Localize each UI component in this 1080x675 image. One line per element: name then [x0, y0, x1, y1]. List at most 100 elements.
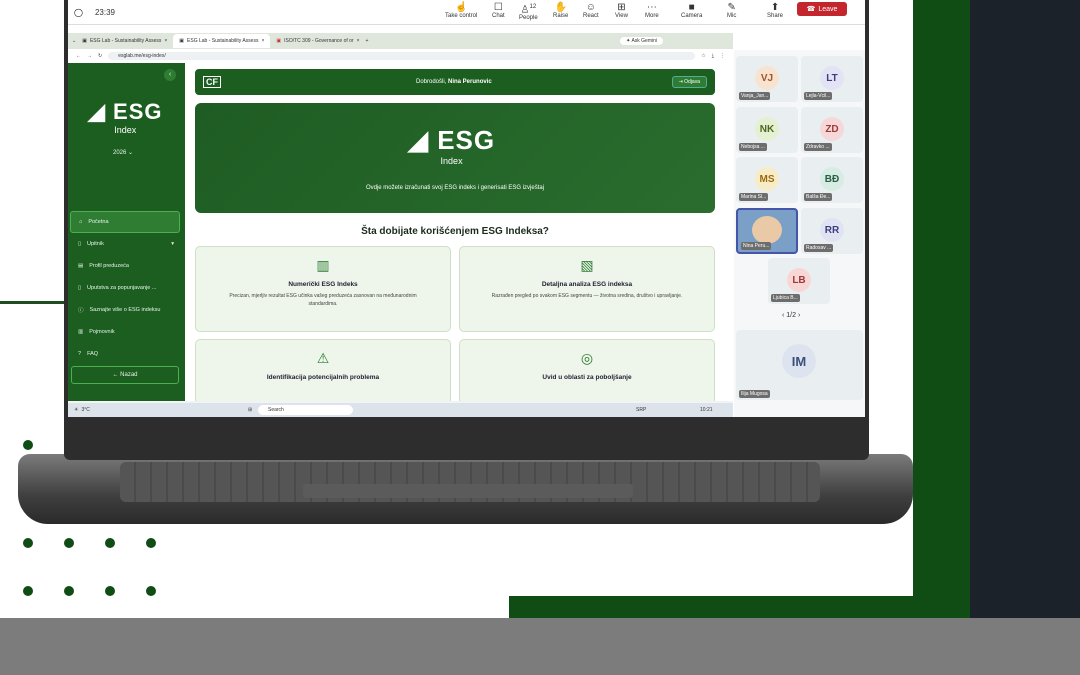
bar-chart-icon: ▥	[316, 257, 330, 273]
document-icon: ▯	[78, 285, 82, 291]
windows-start-icon[interactable]: ⊞	[248, 407, 252, 413]
new-tab-icon[interactable]: +	[366, 38, 369, 44]
feature-card-analysis: ▧ Detaljna analiza ESG indeksa Razrađen pr…	[459, 246, 715, 332]
browser-window: ⌄ ▣ ESG Lab - Sustainability Assess × ▣ ESG…	[68, 33, 733, 417]
decor-dot	[23, 440, 33, 450]
home-icon: ⌂	[79, 219, 83, 225]
sidebar-item-saznajte[interactable]: ⓘ Saznajte više o ESG indeksu	[70, 299, 180, 321]
close-icon[interactable]: ×	[357, 38, 360, 44]
video-thumbnail	[752, 216, 782, 244]
building-icon: ▤	[78, 263, 84, 269]
participant-tile[interactable]: RR Radosav ...	[801, 208, 863, 254]
tab-favicon-icon: ▣	[82, 38, 87, 44]
browser-tab-strip: ⌄ ▣ ESG Lab - Sustainability Assess × ▣ ESG…	[68, 33, 733, 49]
decor-line	[0, 301, 70, 304]
greeting: Dobrodošli, Nina Perunovic	[416, 79, 492, 85]
participant-tile[interactable]: VJ Vanja_Jan...	[736, 56, 798, 102]
logout-button[interactable]: ⇥ Odjava	[671, 76, 707, 88]
ask-gemini-button[interactable]: ✦ Ask Gemini	[620, 37, 663, 45]
participants-panel: VJ Vanja_Jan... LT Lejla-Vcil... NK Nebojsa…	[734, 50, 865, 417]
collapse-sidebar-icon[interactable]: ‹	[164, 69, 176, 81]
decor-dot	[146, 586, 156, 596]
forward-arrow-icon[interactable]: →	[87, 53, 92, 59]
taskbar-search[interactable]: Search	[258, 405, 353, 415]
decor-dot	[23, 538, 33, 548]
chevron-down-icon: ⌄	[128, 150, 134, 156]
share-button[interactable]: ⬆ Share	[767, 2, 783, 19]
taskbar-lang: SRP	[636, 407, 647, 413]
taskbar-clock: 10:21	[700, 407, 713, 413]
mic-button[interactable]: ✎ Mic	[727, 2, 736, 19]
reload-icon[interactable]: ↻	[98, 53, 102, 59]
sidebar-item-faq[interactable]: ? FAQ	[70, 343, 180, 365]
chart-logo-icon: ◢	[408, 125, 438, 155]
chat-button[interactable]: ☐ Chat	[492, 2, 505, 19]
participant-tile[interactable]: NK Nebojsa ...	[736, 107, 798, 153]
download-icon[interactable]: ⤓	[712, 53, 714, 59]
close-icon[interactable]: ×	[164, 38, 167, 44]
hero-logo: ◢ ESG Index	[408, 125, 496, 166]
hero-subtitle: Ovdje možete izračunati svoj ESG indeks …	[365, 185, 545, 191]
tab-iso-tc[interactable]: ▣ ISO/TC 309 - Governance of or ×	[270, 34, 365, 48]
sidebar-item-profil[interactable]: ▤ Profil preduzeća	[70, 255, 180, 277]
section-heading: Šta dobijate korišćenjem ESG Indeksa?	[361, 226, 549, 237]
avatar: MS	[755, 167, 779, 191]
raise-hand-icon: ✋	[554, 2, 567, 13]
react-button[interactable]: ☺ React	[583, 2, 599, 19]
chevron-right-icon[interactable]: ›	[796, 312, 800, 319]
tile-pager[interactable]: ‹ 1/2 ›	[782, 312, 800, 319]
grid-icon: ⊞	[617, 2, 626, 13]
url-input[interactable]: esglab.me/esg-index/	[108, 52, 696, 60]
sidebar-item-upitnik[interactable]: ▯ Upitnik ▾	[70, 233, 180, 255]
participant-tile[interactable]: LT Lejla-Vcil...	[801, 56, 863, 102]
participant-tile[interactable]: ZD Zdravko ...	[801, 107, 863, 153]
take-control-button[interactable]: ☝ Take control	[445, 2, 477, 19]
year-select[interactable]: 2026 ⌄	[113, 149, 133, 156]
sidebar-item-uputstva[interactable]: ▯ Uputstva za popunjavanje ...	[70, 277, 180, 299]
people-button[interactable]: ♙12 People	[519, 2, 538, 21]
feature-card-problems: ⚠ Identifikacija potencijalnih problema	[195, 339, 451, 401]
leave-button[interactable]: ☎ Leave	[797, 2, 847, 16]
avatar: LT	[820, 66, 844, 90]
decor-dot	[105, 538, 115, 548]
decor-dot	[64, 538, 74, 548]
close-icon[interactable]: ×	[261, 38, 264, 44]
star-icon[interactable]: ☆	[701, 53, 705, 59]
chart-logo-icon: ◢	[88, 99, 114, 124]
back-button[interactable]: ← Nazad	[71, 366, 179, 384]
participant-tile[interactable]: BĐ Balša Đe...	[801, 157, 863, 203]
camera-button[interactable]: ■ Camera	[681, 2, 702, 19]
chat-icon: ☐	[493, 2, 503, 13]
hero-banner: ◢ ESG Index Ovdje možete izračunati svoj …	[195, 103, 715, 213]
sidebar-item-pocetna[interactable]: ⌂ Početna	[70, 211, 180, 233]
sidebar: ‹ ◢ ESG Index 2026 ⌄ ⌂ Početna ▯ Upitnik ▾ ▤…	[68, 63, 185, 401]
participant-tile[interactable]: LB Ljubica B...	[768, 258, 830, 304]
people-icon: ♙12	[520, 4, 537, 16]
laptop-touchpad	[303, 484, 633, 498]
tab-esg-lab-2[interactable]: ▣ ESG Lab - Sustainability Assess ×	[173, 34, 271, 48]
weather-icon: ☀	[74, 407, 79, 413]
feature-card-numeric: ▥ Numerički ESG Indeks Precizan, mjerljiv …	[195, 246, 451, 332]
avatar: BĐ	[820, 167, 844, 191]
decor-dot	[64, 586, 74, 596]
raise-button[interactable]: ✋ Raise	[553, 2, 568, 19]
more-button[interactable]: ⋯ More	[645, 2, 659, 19]
sidebar-item-pojmovnik[interactable]: ▥ Pojmovnik	[70, 321, 180, 343]
share-icon: ⬆	[770, 2, 780, 13]
target-icon: ◎	[580, 350, 594, 366]
tab-favicon-icon: ▣	[179, 38, 185, 44]
menu-icon[interactable]: ⋮	[720, 53, 725, 59]
camera-icon: ■	[688, 2, 695, 13]
main-content: CF Dobrodošli, Nina Perunovic ⇥ Odjava ◢…	[185, 63, 733, 401]
phone-icon: ☎	[806, 6, 816, 13]
tab-esg-lab-1[interactable]: ▣ ESG Lab - Sustainability Assess ×	[76, 34, 173, 48]
participant-tile[interactable]: MS Marina Sl...	[736, 157, 798, 203]
participant-tile-large[interactable]: IM Ilija Mugosa	[736, 330, 863, 400]
participant-tile-video[interactable]: Nina Peru...	[736, 208, 798, 254]
book-icon: ▥	[78, 329, 84, 335]
gray-footer-band-right	[509, 650, 1080, 675]
sidebar-logo: ◢ ESG Index	[88, 99, 163, 135]
avatar: ZD	[820, 117, 844, 141]
back-arrow-icon[interactable]: ←	[76, 53, 81, 59]
view-button[interactable]: ⊞ View	[615, 2, 628, 19]
